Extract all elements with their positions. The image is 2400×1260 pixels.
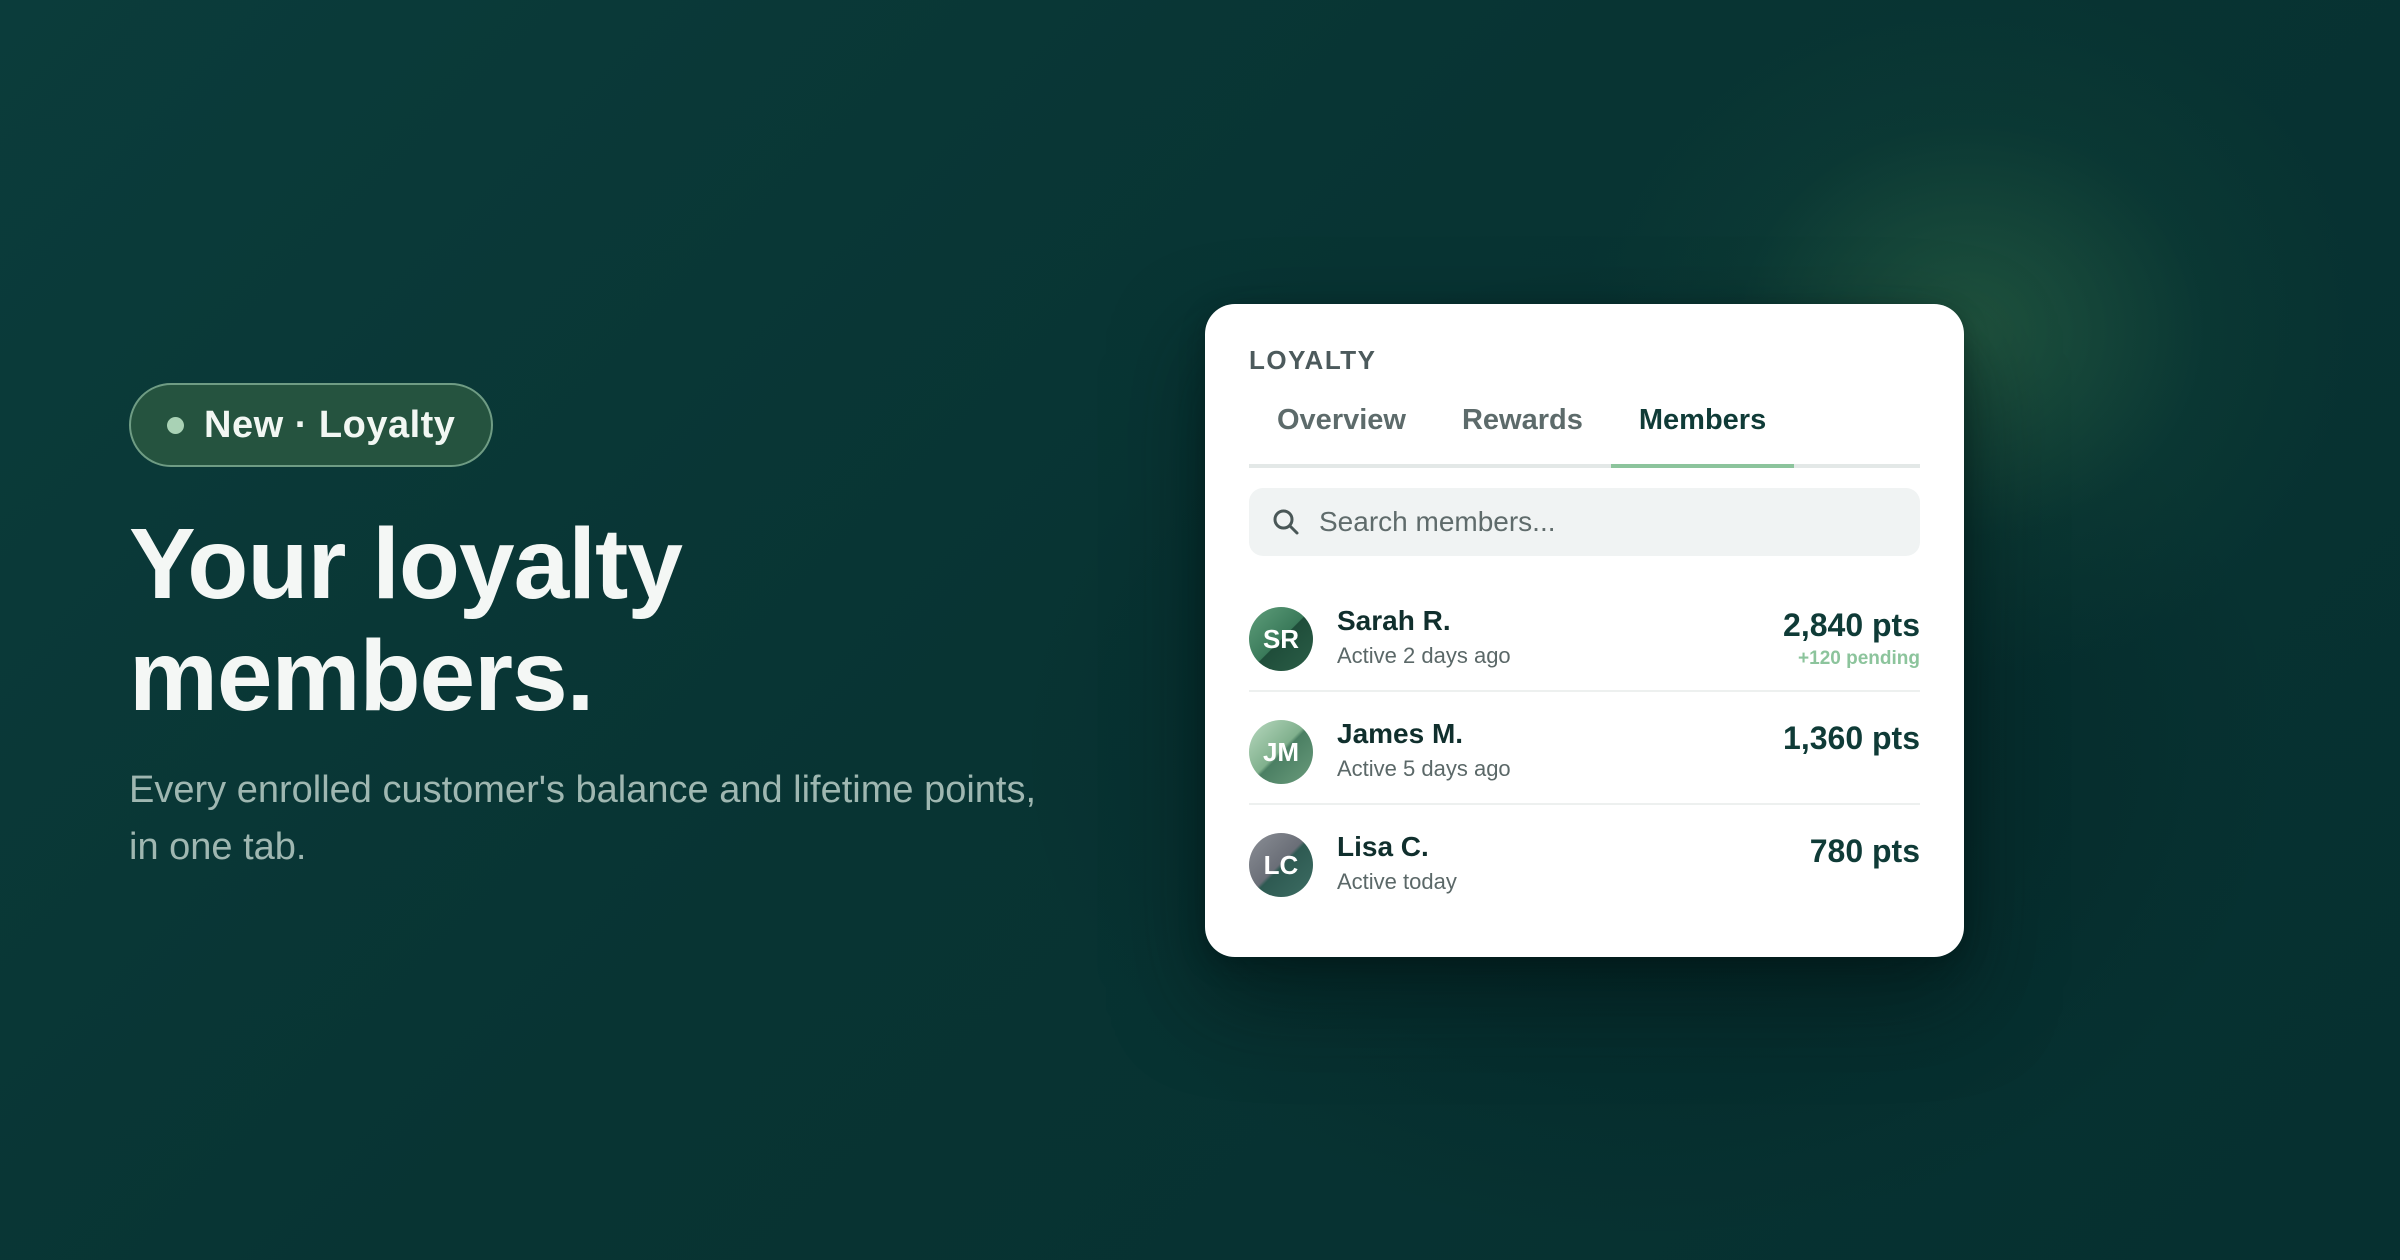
member-status: Active 5 days ago	[1337, 756, 1511, 781]
card-eyebrow: LOYALTY	[1249, 345, 1377, 375]
member-points: 1,360 pts	[1783, 720, 1920, 756]
member-points: 780 pts	[1810, 833, 1920, 869]
points-value: 1,360 pts	[1783, 720, 1920, 756]
member-info: James M. Active 5 days ago	[1337, 718, 1511, 783]
search-icon	[1273, 509, 1299, 535]
member-status: Active 2 days ago	[1337, 643, 1511, 668]
hero-title-line-2: members.	[129, 620, 594, 732]
member-row[interactable]: SR Sarah R. Active 2 days ago 2,840 pts …	[1249, 579, 1920, 692]
tab-bar: Overview Rewards Members	[1249, 394, 1920, 468]
points-value: 2,840 pts	[1783, 607, 1920, 643]
member-name: Lisa C.	[1337, 831, 1429, 862]
tab-overview[interactable]: Overview	[1249, 394, 1434, 464]
badge-dot	[167, 416, 184, 434]
member-list: SR Sarah R. Active 2 days ago 2,840 pts …	[1249, 579, 1920, 918]
search-bar[interactable]	[1249, 488, 1920, 556]
hero-title: Your loyalty members.	[129, 508, 683, 732]
member-row[interactable]: JM James M. Active 5 days ago 1,360 pts	[1249, 692, 1920, 805]
search-input[interactable]	[1317, 505, 1881, 539]
member-info: Lisa C. Active today	[1337, 831, 1457, 896]
loyalty-card: LOYALTY Overview Rewards Members SR Sara…	[1205, 304, 1964, 957]
member-status: Active today	[1337, 869, 1457, 894]
hero-subtitle: Every enrolled customer's balance and li…	[129, 769, 1037, 868]
points-value: 780 pts	[1809, 833, 1920, 869]
member-points: 2,840 pts +120 pending	[1783, 607, 1920, 671]
announcement-badge: New · Loyalty	[129, 383, 494, 467]
avatar: LC	[1249, 833, 1313, 897]
points-pending: +120 pending	[1798, 648, 1920, 669]
tab-members[interactable]: Members	[1610, 394, 1795, 468]
avatar: SR	[1249, 607, 1313, 671]
member-name: James M.	[1337, 718, 1464, 749]
member-name: Sarah R.	[1337, 605, 1451, 636]
badge-label: New · Loyalty	[204, 403, 456, 446]
member-info: Sarah R. Active 2 days ago	[1337, 605, 1511, 670]
hero-title-line-1: Your loyalty	[129, 508, 683, 620]
member-row[interactable]: LC Lisa C. Active today 780 pts	[1249, 805, 1920, 918]
avatar: JM	[1249, 720, 1313, 784]
tab-rewards[interactable]: Rewards	[1434, 394, 1611, 464]
